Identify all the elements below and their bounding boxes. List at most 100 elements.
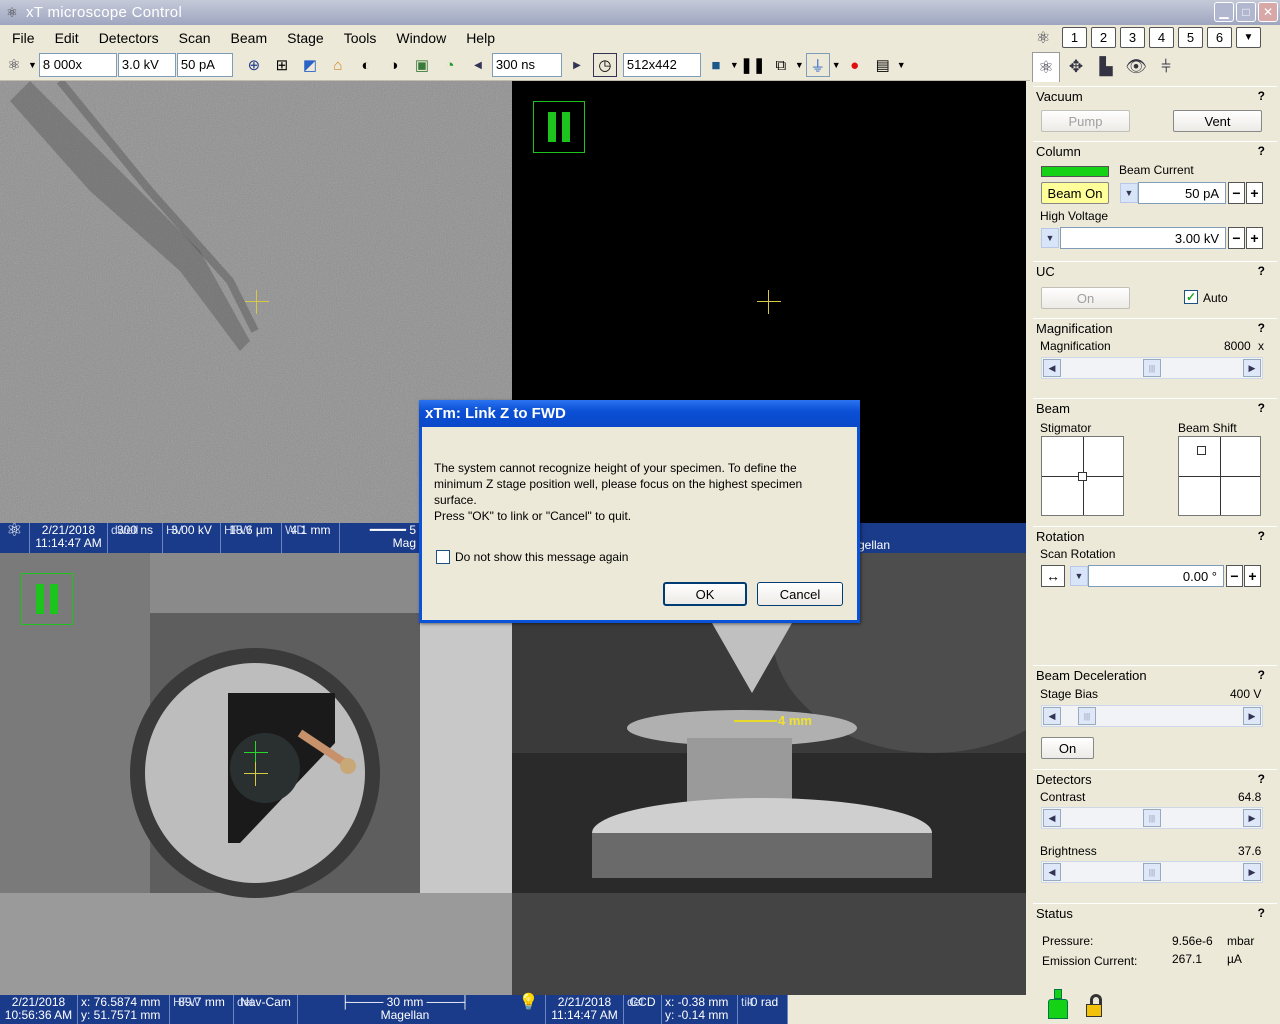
hv-dropdown-icon[interactable]: ▼ — [1041, 228, 1059, 248]
menu-edit[interactable]: Edit — [43, 30, 87, 46]
vacuum-help[interactable]: ? — [1258, 89, 1265, 103]
quad-layout-icon[interactable]: ⧉ — [769, 53, 793, 77]
tab-view[interactable]: 👁 — [1122, 52, 1150, 82]
pie-timer-icon[interactable]: ◔ — [438, 53, 462, 77]
maximize-button[interactable]: □ — [1236, 2, 1256, 22]
menu-tools[interactable]: Tools — [332, 30, 385, 46]
beam-current-dropdown-icon[interactable]: ▼ — [1120, 183, 1138, 203]
quad-button-5[interactable]: 5 — [1178, 27, 1203, 48]
ok-button[interactable]: OK — [663, 582, 747, 606]
layout-dropdown-icon[interactable]: ▼ — [795, 60, 804, 70]
column-help[interactable]: ? — [1258, 144, 1265, 158]
beam-current-field[interactable]: 50 pA — [1138, 182, 1226, 204]
beam-dropdown-icon[interactable]: ▼ — [28, 60, 37, 70]
slider-left-icon[interactable]: ◀ — [1043, 863, 1061, 881]
decel-on-button[interactable]: On — [1041, 737, 1094, 759]
brightness-slider[interactable]: ◀ ||| ▶ — [1041, 861, 1263, 883]
magnification-field[interactable]: 8 000x — [38, 53, 117, 77]
rotation-minus[interactable]: − — [1226, 565, 1243, 587]
film-strip-icon[interactable]: ▤ — [871, 53, 895, 77]
slider-thumb[interactable]: ||| — [1143, 809, 1161, 827]
dwell-decrease-icon[interactable]: ◀ — [466, 53, 490, 77]
tab-navigation[interactable]: ✥ — [1062, 52, 1090, 82]
beam-atom-icon[interactable]: ⚛ — [2, 53, 26, 77]
quad-button-1[interactable]: 1 — [1062, 27, 1087, 48]
rotation-flip-icon[interactable]: ↔ — [1041, 565, 1065, 587]
uc-on-button[interactable]: On — [1041, 287, 1130, 309]
menu-stage[interactable]: Stage — [275, 30, 332, 46]
menu-help[interactable]: Help — [454, 30, 503, 46]
dont-show-checkbox[interactable]: Do not show this message again — [436, 550, 628, 564]
detectors-help[interactable]: ? — [1258, 772, 1265, 786]
quad-button-4[interactable]: 4 — [1149, 27, 1174, 48]
checkbox-box[interactable] — [436, 550, 450, 564]
auto-contrast-icon[interactable]: ◑ — [382, 53, 406, 77]
beam-current-minus[interactable]: − — [1228, 182, 1245, 204]
beam-on-button[interactable]: Beam On — [1041, 182, 1109, 204]
quad-button-6[interactable]: 6 — [1207, 27, 1232, 48]
resolution-field[interactable]: 512x442 — [622, 53, 701, 77]
slider-thumb[interactable]: ||| — [1143, 359, 1161, 377]
lock-open-icon[interactable] — [1086, 994, 1104, 1018]
dwell-increase-icon[interactable]: ▶ — [565, 53, 589, 77]
tab-beam-control[interactable]: ⚛ — [1032, 52, 1060, 82]
stigmator-tool-icon[interactable]: ⌂ — [326, 53, 350, 77]
slider-right-icon[interactable]: ▶ — [1243, 707, 1261, 725]
tab-alignments[interactable]: ⫩ — [1152, 52, 1180, 82]
camera-snapshot-icon[interactable]: ■ — [704, 53, 728, 77]
dwell-field[interactable]: 300 ns — [491, 53, 562, 77]
menu-detectors[interactable]: Detectors — [87, 30, 167, 46]
slider-right-icon[interactable]: ▶ — [1243, 863, 1261, 881]
quad-dropdown-button[interactable]: ▼ — [1236, 27, 1261, 48]
uc-help[interactable]: ? — [1258, 264, 1265, 278]
slider-left-icon[interactable]: ◀ — [1043, 707, 1061, 725]
menu-beam[interactable]: Beam — [219, 30, 276, 46]
slider-thumb[interactable]: ||| — [1143, 863, 1161, 881]
status-help[interactable]: ? — [1258, 906, 1265, 920]
film-dropdown-icon[interactable]: ▼ — [897, 60, 906, 70]
scan-rotation-field[interactable]: 0.00 ° — [1088, 565, 1224, 587]
cancel-button[interactable]: Cancel — [757, 582, 843, 606]
vent-button[interactable]: Vent — [1173, 110, 1262, 132]
stigmator-pad[interactable] — [1041, 436, 1124, 516]
beam-cone-icon[interactable]: ⏚ — [805, 53, 830, 77]
slider-left-icon[interactable]: ◀ — [1043, 359, 1061, 377]
magnification-slider[interactable]: ◀ ||| ▶ — [1041, 357, 1263, 379]
crosshair-target-icon[interactable]: ⊕ — [242, 53, 266, 77]
beam-shift-handle[interactable] — [1197, 446, 1206, 455]
minimize-button[interactable]: ▁ — [1214, 2, 1234, 22]
pause-scan-icon[interactable]: ❚❚ — [740, 53, 765, 77]
beam-cone-dropdown-icon[interactable]: ▼ — [832, 60, 841, 70]
slider-thumb[interactable]: ||| — [1078, 707, 1096, 725]
beam-help[interactable]: ? — [1258, 401, 1265, 415]
rotation-dropdown-icon[interactable]: ▼ — [1070, 566, 1088, 586]
record-icon[interactable]: ● — [843, 53, 867, 77]
rotation-plus[interactable]: + — [1244, 565, 1261, 587]
quad-button-2[interactable]: 2 — [1091, 27, 1116, 48]
slider-right-icon[interactable]: ▶ — [1243, 359, 1261, 377]
rotation-help[interactable]: ? — [1258, 529, 1265, 543]
hv-field[interactable]: 3.00 kV — [1060, 227, 1226, 249]
slider-left-icon[interactable]: ◀ — [1043, 809, 1061, 827]
menu-window[interactable]: Window — [384, 30, 454, 46]
hv-plus[interactable]: + — [1246, 227, 1263, 249]
uc-auto-checkbox[interactable]: ✓ — [1184, 290, 1198, 304]
scan-clock-icon[interactable]: ◷ — [592, 53, 617, 77]
lightbulb-icon[interactable]: 💡 — [512, 995, 546, 1024]
decel-help[interactable]: ? — [1258, 668, 1265, 682]
image-view-icon[interactable]: ▣ — [410, 53, 434, 77]
magnification-help[interactable]: ? — [1258, 321, 1265, 335]
zoom-select-icon[interactable]: ◩ — [298, 53, 322, 77]
snapshot-dropdown-icon[interactable]: ▼ — [730, 60, 739, 70]
beam-current-plus[interactable]: + — [1246, 182, 1263, 204]
contrast-half-icon[interactable]: ◐ — [354, 53, 378, 77]
current-field[interactable]: 50 pA — [176, 53, 233, 77]
pump-button[interactable]: Pump — [1041, 110, 1130, 132]
beam-shift-pad[interactable] — [1178, 436, 1261, 516]
center-cross-icon[interactable]: ⊞ — [270, 53, 294, 77]
menu-file[interactable]: File — [0, 30, 43, 46]
hv-minus[interactable]: − — [1228, 227, 1245, 249]
stigmator-handle[interactable] — [1078, 472, 1087, 481]
quad-button-3[interactable]: 3 — [1120, 27, 1145, 48]
stage-bias-slider[interactable]: ◀ ||| ▶ — [1041, 705, 1263, 727]
